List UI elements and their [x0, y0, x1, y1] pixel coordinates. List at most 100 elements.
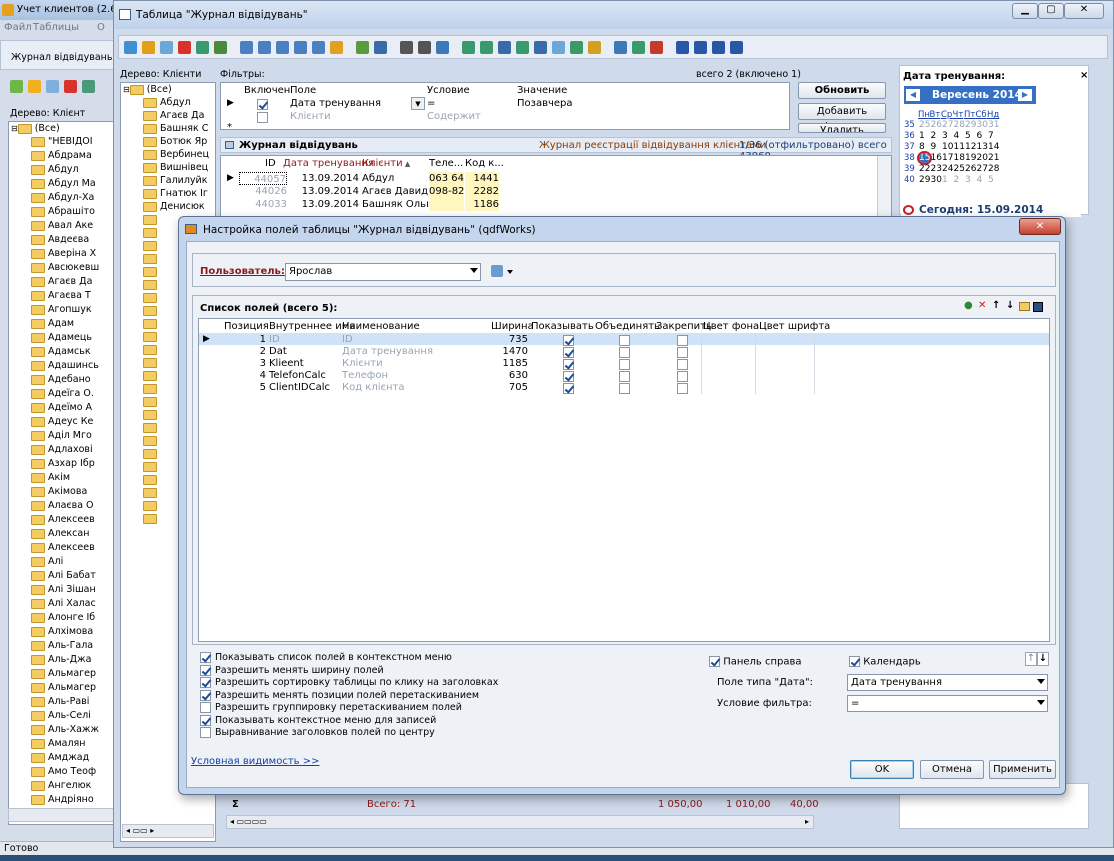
calendar-day[interactable]: 30 — [977, 120, 988, 130]
calendar-day[interactable]: 27 — [977, 164, 988, 174]
dialog-close-button[interactable]: ✕ — [1019, 218, 1061, 235]
journal-col-code[interactable]: Код к... — [465, 157, 504, 170]
filter-field[interactable]: Дата тренування — [290, 97, 410, 110]
client-tree-item[interactable] — [143, 422, 160, 434]
clients-tree-hscroll[interactable]: ◂ ▭▭ ▸ — [122, 824, 214, 838]
calendar-day[interactable]: 5 — [988, 175, 994, 185]
journal-row[interactable]: ▶ 44057 13.09.2014 Абдул 063 64- 1441 — [221, 172, 891, 185]
col-font-color[interactable]: Цвет шрифта — [759, 320, 830, 333]
tree-item[interactable]: Абдул — [31, 164, 79, 176]
tree-item[interactable]: Ангелюк — [31, 780, 91, 792]
grid3-icon[interactable] — [498, 41, 511, 54]
calendar-day[interactable]: 9 — [931, 142, 937, 152]
calendar-day[interactable]: 2 — [931, 131, 937, 141]
tree-item[interactable]: Аверіна Х — [31, 248, 96, 260]
journal-hscroll[interactable]: ◂ ▭▭▭▭ ▸ — [226, 815, 814, 829]
tree-item[interactable]: Аль-Джа — [31, 654, 91, 666]
filter-add-icon[interactable] — [258, 41, 271, 54]
journal-row[interactable]: 4403313.09.2014Башняк Ольга 1186 — [221, 198, 891, 211]
user-menu-dropdown-icon[interactable] — [507, 270, 513, 274]
show-checkbox[interactable] — [563, 382, 574, 394]
journal-row[interactable]: 4402613.09.2014Агаєв Давид098-8232282 — [221, 185, 891, 198]
tree-item[interactable]: Альмагер — [31, 682, 96, 694]
calendar-day[interactable]: 14 — [988, 142, 999, 152]
tree-item[interactable]: Амджад — [31, 752, 89, 764]
calendar-day[interactable]: 25 — [954, 164, 965, 174]
tree-item[interactable]: Адебано — [31, 374, 91, 386]
calendar-day[interactable]: 8 — [919, 142, 925, 152]
filter-remove-icon[interactable] — [312, 41, 325, 54]
menu-about[interactable]: О — [97, 22, 105, 33]
find-icon[interactable] — [400, 41, 413, 54]
journal-cell-id[interactable]: 44033 — [239, 198, 287, 211]
fields-grid[interactable]: Позиция Внутреннее имя Наименование Шири… — [198, 318, 1050, 642]
journal-col-client[interactable]: Клієнти ▲ — [362, 157, 410, 170]
tree-item[interactable]: Амалян — [31, 738, 86, 750]
calendar-day[interactable]: 26 — [931, 120, 942, 130]
calendar-day[interactable]: 3 — [942, 131, 948, 141]
grid4-icon[interactable] — [516, 41, 529, 54]
calendar-day[interactable]: 20 — [977, 153, 988, 163]
filter-clear-icon[interactable] — [294, 41, 307, 54]
tree-item[interactable]: Алхімова — [31, 626, 93, 638]
client-tree-item[interactable] — [143, 292, 160, 304]
tree-item[interactable]: Авсюкевш — [31, 262, 99, 274]
tree-item[interactable]: Агаєва Т — [31, 290, 91, 302]
grid6-icon[interactable] — [552, 41, 565, 54]
client-tree-item[interactable]: Ботюк Яр — [143, 136, 207, 148]
save-icon[interactable] — [1033, 302, 1043, 312]
open-icon[interactable] — [10, 80, 23, 93]
client-tree-item[interactable] — [143, 500, 160, 512]
col-position[interactable]: Позиция — [224, 320, 269, 333]
tree-item[interactable]: Азхар Ібр — [31, 458, 95, 470]
print-icon[interactable] — [418, 41, 431, 54]
prev-icon[interactable] — [694, 41, 707, 54]
tree-item[interactable]: Адеїмо А — [31, 402, 92, 414]
calendar-day[interactable]: 31 — [988, 120, 999, 130]
sidebar-header[interactable]: Журнал відвідувань — [0, 40, 115, 70]
journal-cell-id[interactable]: 44057 — [239, 172, 287, 185]
columns-icon[interactable] — [614, 41, 627, 54]
client-tree-item[interactable] — [143, 474, 160, 486]
client-tree-item[interactable] — [143, 513, 160, 525]
filter-edit-icon[interactable] — [276, 41, 289, 54]
remove-filter-button[interactable]: Удалить фильтр — [798, 123, 886, 133]
client-tree-item[interactable]: Башняк С — [143, 123, 208, 135]
client-tree-item[interactable] — [143, 370, 160, 382]
tree-item[interactable]: Аль-Хажж — [31, 724, 99, 736]
client-tree-item[interactable] — [143, 331, 160, 343]
menu-tables[interactable]: Таблицы — [33, 22, 79, 33]
merge-checkbox[interactable] — [619, 370, 630, 382]
copy-icon[interactable] — [46, 80, 59, 93]
journal-cell-phone[interactable]: 063 64- — [429, 172, 464, 185]
client-tree-item[interactable] — [143, 383, 160, 395]
updown-up-icon[interactable]: ↑ — [1025, 652, 1037, 666]
tree-item[interactable]: Авал Аке — [31, 220, 93, 232]
show-checkbox[interactable] — [563, 358, 574, 370]
prev-month-button[interactable]: ◀ — [906, 89, 920, 101]
field-row[interactable]: 2 Dat Дата тренування 1470 — [199, 345, 1049, 358]
option-checkbox[interactable] — [200, 652, 211, 663]
calendar-day[interactable]: 12 — [965, 142, 976, 152]
report-icon[interactable] — [632, 41, 645, 54]
conditional-visibility-link[interactable]: Условная видимость >> — [191, 756, 319, 767]
calendar-day[interactable]: 22 — [919, 164, 930, 174]
calendar-day[interactable]: 4 — [954, 131, 960, 141]
calendar-day[interactable]: 18 — [954, 153, 965, 163]
calendar-day[interactable]: 2 — [954, 175, 960, 185]
field-position[interactable]: 5 — [224, 381, 266, 394]
next-month-button[interactable]: ▶ — [1018, 89, 1032, 101]
calendar-day[interactable]: 3 — [965, 175, 971, 185]
preview-icon[interactable] — [436, 41, 449, 54]
calendar-day[interactable]: 5 — [965, 131, 971, 141]
journal-cell-phone[interactable] — [429, 198, 464, 211]
remove-field-icon[interactable]: ✕ — [978, 300, 986, 311]
filter-col-field[interactable]: Поле — [290, 84, 316, 97]
tree-item[interactable]: Аділ Мго — [31, 430, 92, 442]
tree-item[interactable]: Адам — [31, 318, 74, 330]
client-tree-item[interactable] — [143, 357, 160, 369]
tree-item[interactable]: Адеїга О. — [31, 388, 94, 400]
filter-col-cond[interactable]: Условие — [427, 84, 470, 97]
tree-item[interactable]: Абдул Ма — [31, 178, 96, 190]
journal-cell-date[interactable]: 13.09.2014 — [287, 185, 359, 198]
